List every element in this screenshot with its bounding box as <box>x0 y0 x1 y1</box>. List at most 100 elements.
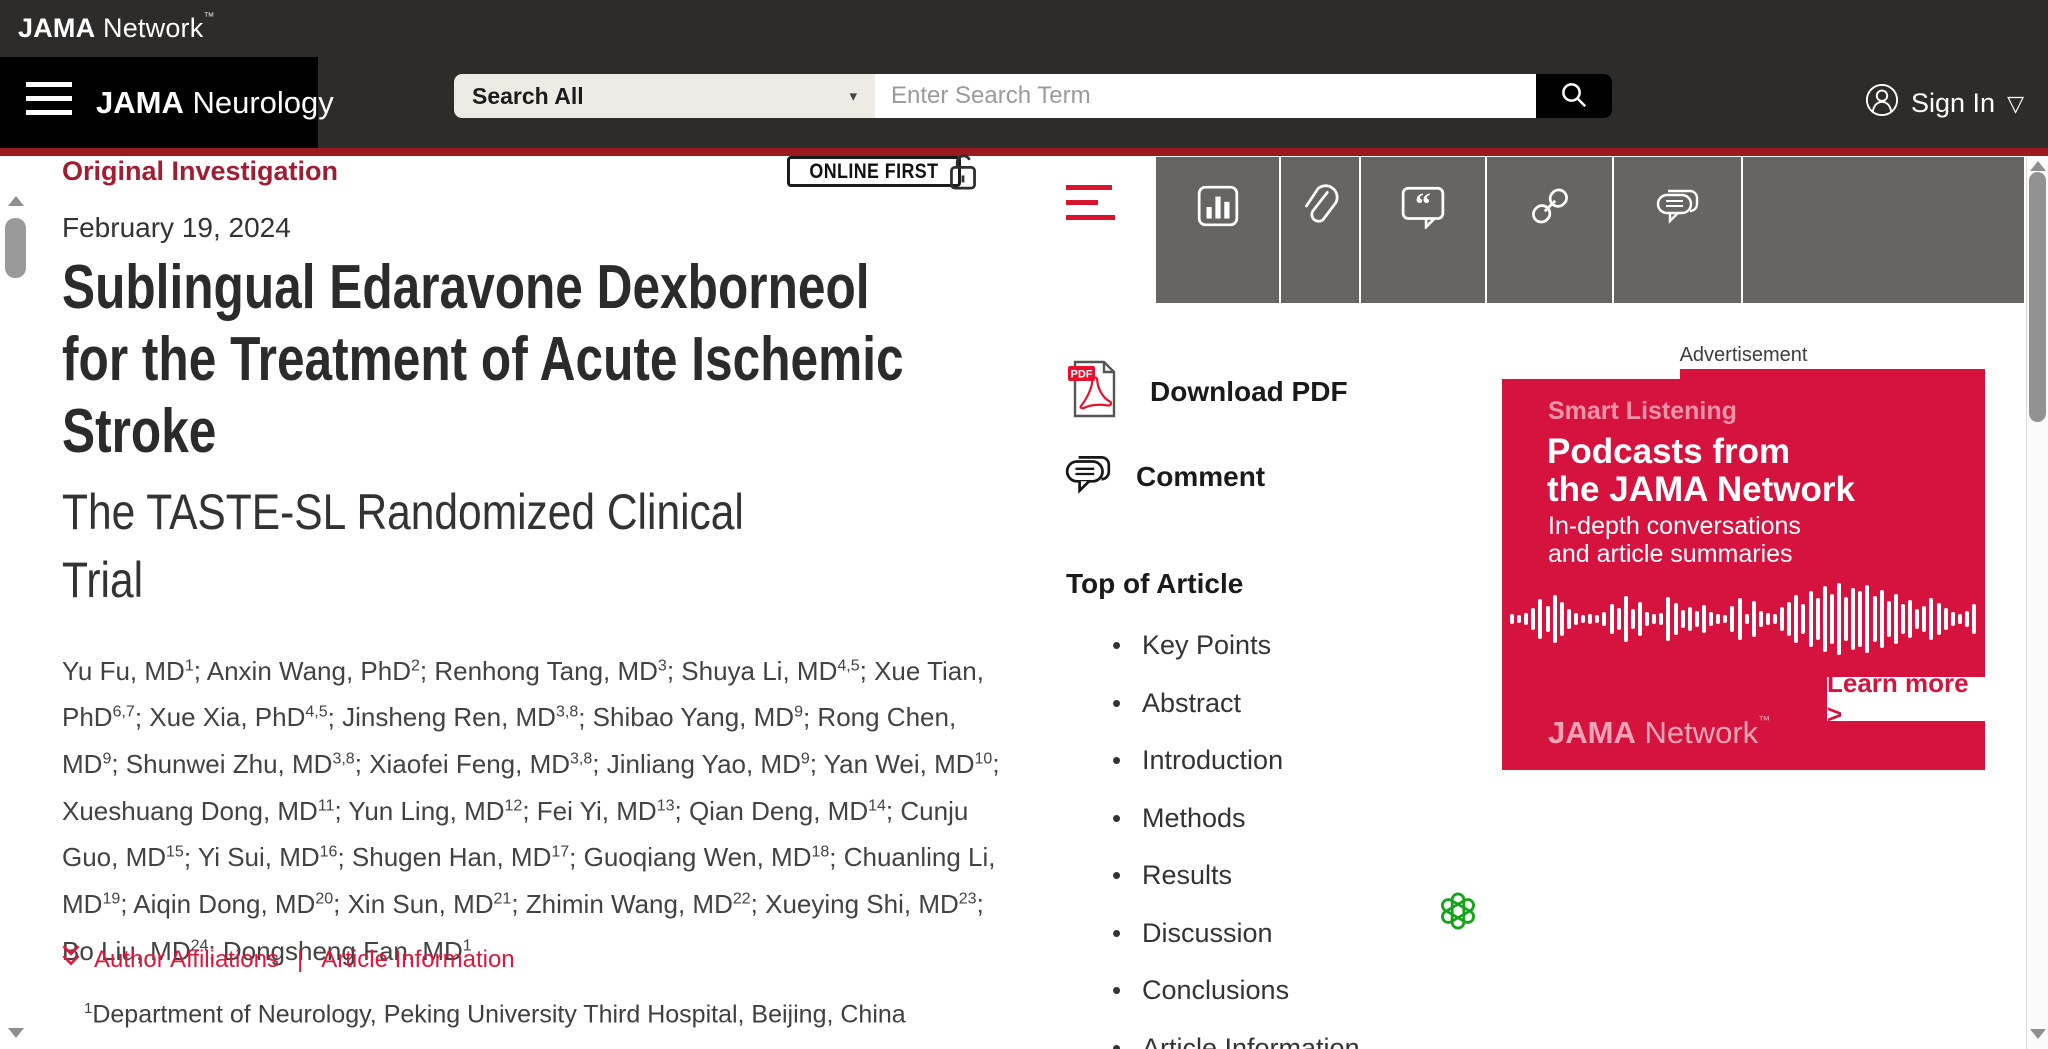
ad-title: Podcasts from the JAMA Network <box>1547 433 1855 509</box>
comment-label: Comment <box>1136 461 1265 493</box>
scroll-up-arrow[interactable] <box>2030 161 2046 171</box>
search-input[interactable] <box>875 74 1536 118</box>
tab-cite[interactable]: “ <box>1359 157 1485 303</box>
bullet: • <box>1112 918 1142 949</box>
journal-navbar: JAMA Neurology Search All ▾ Sign In ▽ <box>0 57 2048 148</box>
left-scrollbar-thumb[interactable] <box>5 218 26 278</box>
tab-spacer <box>1741 157 2024 303</box>
menu-icon[interactable] <box>26 82 72 122</box>
author: Xue Xia, PhD4,5 <box>149 702 327 732</box>
author: Renhong Tang, MD3 <box>434 656 666 686</box>
author: Xueshuang Dong, MD11 <box>62 796 334 826</box>
audio-waveform-graphic <box>1510 581 1977 657</box>
user-icon <box>1865 83 1899 124</box>
brand-regular: Network <box>103 13 203 43</box>
tab-supplemental[interactable] <box>1279 157 1359 303</box>
article-subtitle: The TASTE-SL Randomized Clinical Trial <box>62 478 744 614</box>
author: Yu Fu, MD1 <box>62 656 194 686</box>
brand-bold: JAMA <box>18 13 95 43</box>
toc-item-abstract[interactable]: •Abstract <box>1112 688 1241 719</box>
author-links-row: Author Affiliations | Article Informatio… <box>60 944 515 975</box>
download-pdf-button[interactable]: PDF Download PDF <box>1064 360 1348 423</box>
toc-item-article-information[interactable]: •Article Information <box>1112 1033 1360 1049</box>
double-chevron-down-icon <box>60 944 82 975</box>
ad-subtitle: In-depth conversations and article summa… <box>1548 512 1801 568</box>
search-icon <box>1559 80 1589 113</box>
author-affiliations-link[interactable]: Author Affiliations <box>94 946 279 974</box>
author: Yan Wei, MD10 <box>824 749 993 779</box>
journal-title[interactable]: JAMA Neurology <box>96 85 334 121</box>
search-bar: Search All ▾ <box>454 74 1612 118</box>
author: Xiaofei Feng, MD3,8 <box>369 749 592 779</box>
link-divider: | <box>291 946 309 974</box>
bullet: • <box>1112 860 1142 891</box>
sign-in-button[interactable]: Sign In ▽ <box>1865 85 2024 121</box>
right-scrollbar[interactable] <box>2026 157 2048 1049</box>
tab-permalink[interactable] <box>1485 157 1612 303</box>
author: Shibao Yang, MD9 <box>593 702 803 732</box>
bullet: • <box>1112 745 1142 776</box>
ad-top-notch <box>1502 369 1680 379</box>
toc-item-results[interactable]: •Results <box>1112 860 1232 891</box>
bullet: • <box>1112 688 1142 719</box>
affiliation-note: 1Department of Neurology, Peking Univers… <box>84 1000 906 1029</box>
toc-item-discussion[interactable]: •Discussion <box>1112 918 1273 949</box>
toc-item-conclusions[interactable]: •Conclusions <box>1112 975 1289 1006</box>
tab-comments[interactable] <box>1612 157 1741 303</box>
toc-item-key-points[interactable]: •Key Points <box>1112 630 1271 661</box>
learn-more-button[interactable]: Learn more > <box>1827 677 1985 721</box>
jama-network-logo[interactable]: JAMA Network™ <box>18 13 215 44</box>
tab-figures[interactable] <box>1154 157 1279 303</box>
toc-item-introduction[interactable]: •Introduction <box>1112 745 1283 776</box>
comment-button[interactable]: Comment <box>1064 452 1265 501</box>
ad-eyebrow: Smart Listening <box>1548 397 1737 426</box>
sign-in-label: Sign In <box>1911 88 1995 119</box>
author: Yun Ling, MD12 <box>348 796 522 826</box>
author: Qian Deng, MD14 <box>689 796 886 826</box>
author: Zhimin Wang, MD22 <box>526 889 751 919</box>
author: Anxin Wang, PhD2 <box>207 656 420 686</box>
jama-network-topbar: JAMA Network™ <box>0 0 2048 57</box>
bullet: • <box>1112 975 1142 1006</box>
scroll-down-arrow[interactable] <box>2030 1029 2046 1039</box>
author-list: Yu Fu, MD1; Anxin Wang, PhD2; Renhong Ta… <box>62 645 1014 972</box>
author: Shunwei Zhu, MD3,8 <box>126 749 355 779</box>
author: Guoqiang Wen, MD18 <box>584 842 830 872</box>
article-title: Sublingual Edaravone Dexborneol for the … <box>62 252 904 468</box>
svg-text:“: “ <box>1415 186 1431 221</box>
article-category[interactable]: Original Investigation <box>62 156 338 187</box>
advertisement-label: Advertisement <box>1502 344 1985 367</box>
left-scroll-down-arrow[interactable] <box>8 1028 24 1038</box>
header-accent-rule <box>0 148 2048 156</box>
tab-outline-active[interactable] <box>1040 157 1154 303</box>
toc-title: Top of Article <box>1066 568 1243 600</box>
search-scope-label: Search All <box>472 83 584 110</box>
download-pdf-label: Download PDF <box>1150 376 1348 408</box>
outline-icon <box>1066 185 1116 221</box>
openai-logo-icon <box>1438 891 1478 931</box>
bullet: • <box>1112 1033 1142 1049</box>
online-first-badge: ONLINE FIRST <box>787 156 961 187</box>
open-access-lock-icon <box>948 152 978 197</box>
author: Xin Sun, MD21 <box>348 889 512 919</box>
author: Jinliang Yao, MD9 <box>607 749 810 779</box>
toc-item-methods[interactable]: •Methods <box>1112 803 1246 834</box>
author: Yi Sui, MD16 <box>198 842 338 872</box>
article-information-link[interactable]: Article Information <box>321 946 514 974</box>
search-scope-select[interactable]: Search All ▾ <box>454 74 875 118</box>
bullet: • <box>1112 803 1142 834</box>
author: Aiqin Dong, MD20 <box>133 889 333 919</box>
caret-down-icon: ▽ <box>2007 91 2024 117</box>
bullet: • <box>1112 630 1142 661</box>
journal-header: JAMA Neurology <box>0 57 318 148</box>
search-button[interactable] <box>1536 74 1612 118</box>
advertisement-banner[interactable]: Smart Listening Podcasts from the JAMA N… <box>1502 369 1985 770</box>
author: Xueying Shi, MD23 <box>765 889 976 919</box>
author: Fei Yi, MD13 <box>537 796 675 826</box>
left-scroll-up-arrow[interactable] <box>8 196 24 206</box>
trademark: ™ <box>203 11 214 23</box>
author: Shuya Li, MD4,5 <box>681 656 859 686</box>
publication-date: February 19, 2024 <box>62 212 291 244</box>
right-scrollbar-thumb[interactable] <box>2029 172 2046 422</box>
svg-text:PDF: PDF <box>1071 369 1093 381</box>
